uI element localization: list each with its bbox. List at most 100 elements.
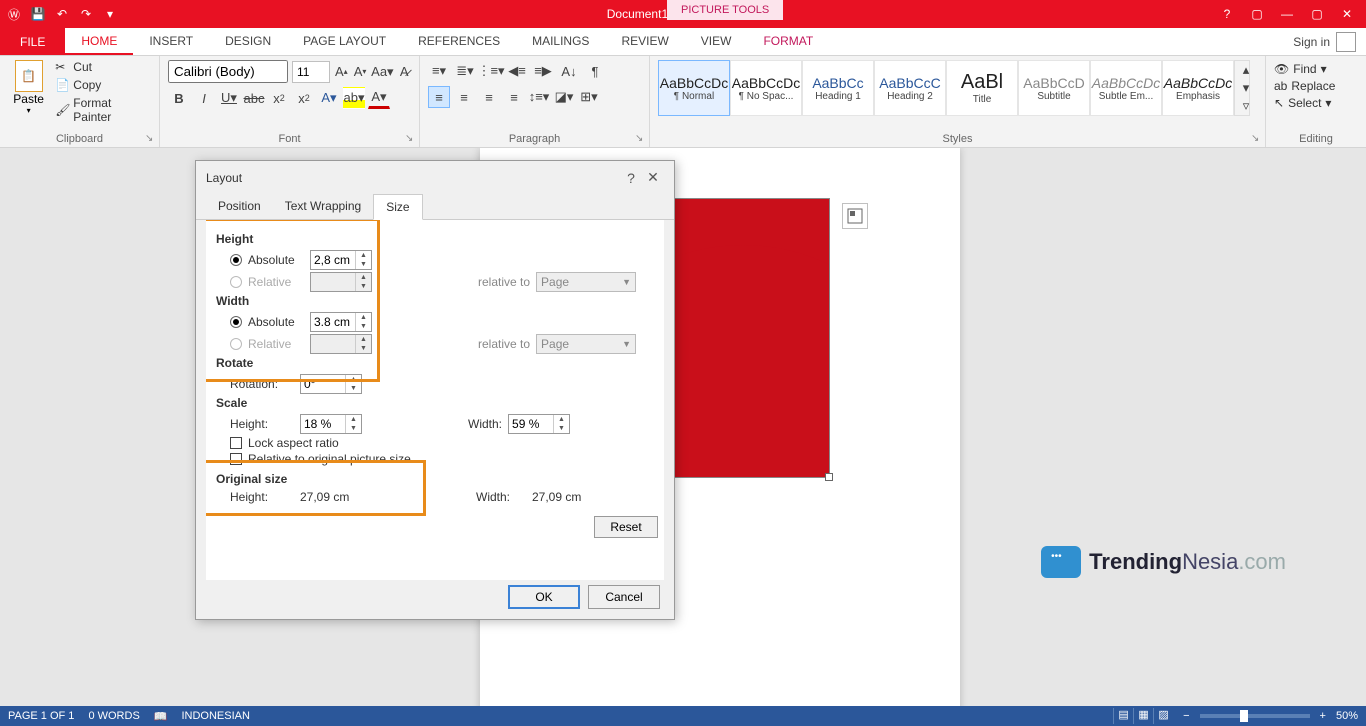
tab-design[interactable]: DESIGN [209, 28, 287, 55]
word-count[interactable]: 0 WORDS [88, 710, 139, 722]
height-relative-radio[interactable] [230, 276, 242, 288]
page-indicator[interactable]: PAGE 1 OF 1 [8, 710, 74, 722]
cancel-button[interactable]: Cancel [588, 585, 660, 609]
lock-aspect-checkbox[interactable] [230, 437, 242, 449]
tab-view[interactable]: VIEW [685, 28, 748, 55]
zoom-out-button[interactable]: − [1183, 710, 1189, 722]
font-color-button[interactable]: A▾ [368, 87, 390, 109]
width-absolute-spinner[interactable]: ▲▼ [310, 312, 372, 332]
styles-gallery[interactable]: AaBbCcDc¶ Normal AaBbCcDc¶ No Spac... Aa… [658, 60, 1257, 116]
font-size-input[interactable] [292, 61, 330, 83]
styles-scroll-down[interactable]: ▾ [1235, 79, 1257, 97]
save-icon[interactable]: 💾 [30, 6, 46, 22]
ribbon-collapse-icon[interactable]: ▢ [1248, 7, 1266, 21]
style-heading2[interactable]: AaBbCcCHeading 2 [874, 60, 946, 116]
sort-button[interactable]: A↓ [558, 60, 580, 82]
rotation-spinner[interactable]: ▲▼ [300, 374, 362, 394]
align-right-button[interactable]: ≡ [478, 86, 500, 108]
zoom-in-button[interactable]: + [1320, 710, 1326, 722]
clear-formatting-button[interactable]: A̷ [397, 61, 411, 83]
shading-button[interactable]: ◪▾ [553, 86, 575, 108]
minimize-icon[interactable]: — [1278, 7, 1296, 21]
style-subtle-em[interactable]: AaBbCcDcSubtle Em... [1090, 60, 1162, 116]
view-mode-buttons[interactable]: ▤▦▨ [1113, 708, 1173, 724]
text-effects-button[interactable]: A▾ [318, 87, 340, 109]
copy-button[interactable]: 📄Copy [55, 78, 151, 92]
scale-width-spinner[interactable]: ▲▼ [508, 414, 570, 434]
tab-file[interactable]: FILE [0, 28, 65, 55]
decrease-indent-button[interactable]: ◀≡ [506, 60, 528, 82]
superscript-button[interactable]: x2 [293, 87, 315, 109]
grow-font-button[interactable]: A▴ [334, 61, 349, 83]
style-emphasis[interactable]: AaBbCcDcEmphasis [1162, 60, 1234, 116]
find-button[interactable]: 👁Find ▾ [1274, 62, 1358, 76]
align-center-button[interactable]: ≡ [453, 86, 475, 108]
tab-insert[interactable]: INSERT [133, 28, 209, 55]
styles-dialog-launcher[interactable]: ↘ [1251, 133, 1263, 145]
qat-customize-icon[interactable]: ▾ [102, 6, 118, 22]
dialog-tab-textwrap[interactable]: Text Wrapping [273, 194, 373, 219]
height-absolute-radio[interactable] [230, 254, 242, 266]
replace-button[interactable]: abReplace [1274, 79, 1358, 93]
style-heading1[interactable]: AaBbCcHeading 1 [802, 60, 874, 116]
clipboard-dialog-launcher[interactable]: ↘ [145, 133, 157, 145]
styles-scroll-up[interactable]: ▴ [1235, 61, 1257, 79]
italic-button[interactable]: I [193, 87, 215, 109]
width-relative-radio[interactable] [230, 338, 242, 350]
paragraph-dialog-launcher[interactable]: ↘ [635, 133, 647, 145]
redo-icon[interactable]: ↷ [78, 6, 94, 22]
dialog-close-button[interactable]: ✕ [642, 169, 664, 186]
paste-button[interactable]: 📋 Paste ▾ [8, 60, 49, 124]
style-no-spacing[interactable]: AaBbCcDc¶ No Spac... [730, 60, 802, 116]
select-button[interactable]: ↖Select ▾ [1274, 96, 1358, 110]
dialog-tab-position[interactable]: Position [206, 194, 273, 219]
close-icon[interactable]: ✕ [1338, 7, 1356, 21]
zoom-level[interactable]: 50% [1336, 710, 1358, 722]
print-layout-icon[interactable]: ▦ [1133, 708, 1153, 724]
tab-format[interactable]: FORMAT [747, 28, 829, 55]
format-painter-button[interactable]: 🖌Format Painter [55, 96, 151, 124]
align-left-button[interactable]: ≡ [428, 86, 450, 108]
borders-button[interactable]: ⊞▾ [578, 86, 600, 108]
language-indicator[interactable]: INDONESIAN [181, 710, 249, 722]
undo-icon[interactable]: ↶ [54, 6, 70, 22]
layout-options-button[interactable] [842, 203, 868, 229]
web-layout-icon[interactable]: ▨ [1153, 708, 1173, 724]
scale-height-spinner[interactable]: ▲▼ [300, 414, 362, 434]
numbering-button[interactable]: ≣▾ [454, 60, 476, 82]
tab-page-layout[interactable]: PAGE LAYOUT [287, 28, 402, 55]
underline-button[interactable]: U▾ [218, 87, 240, 109]
help-icon[interactable]: ? [1218, 7, 1236, 21]
height-absolute-spinner[interactable]: ▲▼ [310, 250, 372, 270]
justify-button[interactable]: ≡ [503, 86, 525, 108]
sign-in[interactable]: Sign in [1283, 28, 1366, 55]
font-name-input[interactable] [168, 60, 288, 83]
style-title[interactable]: AaBlTitle [946, 60, 1018, 116]
bullets-button[interactable]: ≡▾ [428, 60, 450, 82]
tab-review[interactable]: REVIEW [605, 28, 684, 55]
zoom-slider[interactable] [1200, 714, 1310, 718]
dialog-tab-size[interactable]: Size [373, 194, 422, 220]
maximize-icon[interactable]: ▢ [1308, 7, 1326, 21]
ok-button[interactable]: OK [508, 585, 580, 609]
subscript-button[interactable]: x2 [268, 87, 290, 109]
strikethrough-button[interactable]: abc [243, 87, 265, 109]
multilevel-button[interactable]: ⋮≡▾ [480, 60, 502, 82]
shrink-font-button[interactable]: A▾ [353, 61, 368, 83]
style-normal[interactable]: AaBbCcDc¶ Normal [658, 60, 730, 116]
tab-home[interactable]: HOME [65, 28, 133, 55]
tab-mailings[interactable]: MAILINGS [516, 28, 605, 55]
styles-more[interactable]: ▿ [1235, 97, 1257, 115]
dialog-help-button[interactable]: ? [620, 170, 642, 186]
relative-original-checkbox[interactable] [230, 453, 242, 465]
show-marks-button[interactable]: ¶ [584, 60, 606, 82]
cut-button[interactable]: ✂Cut [55, 60, 151, 74]
line-spacing-button[interactable]: ↕≡▾ [528, 86, 550, 108]
proofing-icon[interactable]: 📖 [154, 710, 168, 723]
change-case-button[interactable]: Aa▾ [371, 61, 393, 83]
style-subtitle[interactable]: AaBbCcDSubtitle [1018, 60, 1090, 116]
bold-button[interactable]: B [168, 87, 190, 109]
tab-references[interactable]: REFERENCES [402, 28, 516, 55]
font-dialog-launcher[interactable]: ↘ [405, 133, 417, 145]
read-mode-icon[interactable]: ▤ [1113, 708, 1133, 724]
